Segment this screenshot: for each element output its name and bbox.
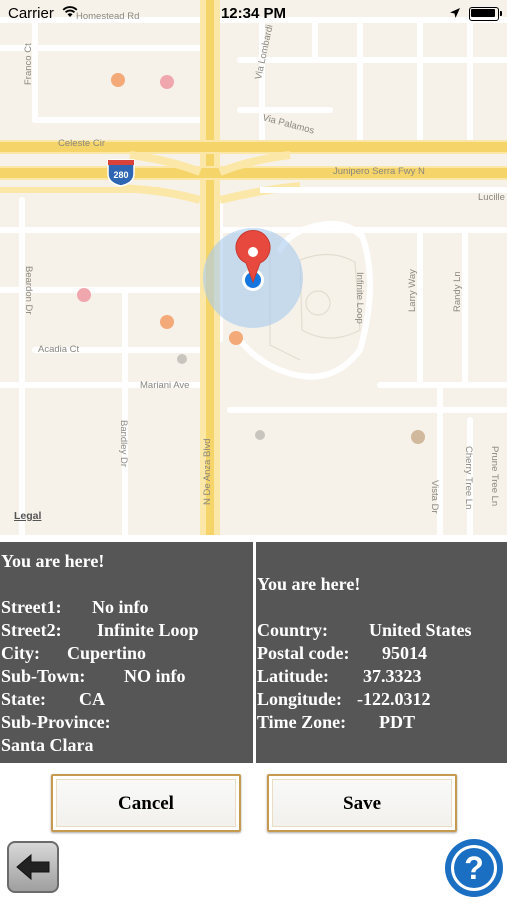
street1-label: Street1: bbox=[1, 597, 62, 617]
street-label-beardon: Beardon Dr bbox=[23, 266, 34, 315]
street-label-vista: Vista Dr bbox=[429, 480, 440, 514]
latitude-value: 37.3323 bbox=[363, 666, 422, 686]
state-label: State: bbox=[1, 689, 46, 709]
subprovince-label: Sub-Province: bbox=[1, 712, 111, 732]
subtown-value: NO info bbox=[124, 666, 186, 686]
state-value: CA bbox=[79, 689, 105, 709]
status-bar: Carrier 12:34 PM bbox=[0, 0, 507, 28]
timezone-label: Time Zone: bbox=[257, 712, 347, 732]
street2-value: Infinite Loop bbox=[97, 620, 199, 640]
svg-text:280: 280 bbox=[113, 170, 128, 180]
street1-value: No info bbox=[92, 597, 149, 617]
timezone-value: PDT bbox=[379, 712, 415, 732]
svg-text:?: ? bbox=[464, 850, 484, 886]
coordinates-panel-title: You are here! bbox=[257, 574, 361, 594]
location-arrow-icon bbox=[450, 8, 460, 18]
back-arrow-icon bbox=[16, 853, 50, 881]
cancel-button[interactable]: Cancel bbox=[51, 774, 241, 832]
postal-code-value: 95014 bbox=[382, 643, 427, 663]
street-label-via-lombardi: Via Lombardi bbox=[253, 24, 275, 81]
address-panel-title: You are here! bbox=[1, 551, 105, 571]
street-label-celeste: Celeste Cir bbox=[58, 138, 105, 149]
highway-shield-icon: 280 bbox=[107, 159, 135, 187]
street-label-cherry: Cherry Tree Ln bbox=[463, 446, 474, 509]
street-label-lucille: Lucille bbox=[478, 192, 505, 203]
address-panel: You are here! Street1: No info Street2: … bbox=[0, 542, 253, 763]
street-label-mariani: Mariani Ave bbox=[140, 380, 189, 391]
subtown-label: Sub-Town: bbox=[1, 666, 86, 686]
city-label: City: bbox=[1, 643, 40, 663]
street2-label: Street2: bbox=[1, 620, 62, 640]
country-value: United States bbox=[369, 620, 472, 640]
street-label-franco: Franco Ct bbox=[23, 43, 34, 85]
street-label-randy: Randy Ln bbox=[452, 271, 463, 312]
battery-icon bbox=[469, 7, 502, 21]
help-question-icon[interactable]: ? bbox=[444, 838, 504, 898]
longitude-label: Longitude: bbox=[257, 689, 343, 709]
street-label-de-anza: N De Anza Blvd bbox=[202, 438, 213, 505]
city-value: Cupertino bbox=[67, 643, 147, 663]
save-button[interactable]: Save bbox=[267, 774, 457, 832]
latitude-label: Latitude: bbox=[257, 666, 329, 686]
map-view[interactable]: Homestead Rd Franco Ct Via Lombardi Via … bbox=[0, 0, 507, 535]
street-label-junipero: Junipero Serra Fwy N bbox=[333, 166, 425, 177]
back-button[interactable] bbox=[7, 841, 59, 893]
street-label-via-palamos: Via Palamos bbox=[261, 112, 315, 136]
street-label-prune: Prune Tree Ln bbox=[489, 446, 500, 506]
subprovince-value: Santa Clara bbox=[1, 735, 94, 755]
street-label-infinite-loop: Infinite Loop bbox=[354, 272, 365, 324]
street-label-larry: Larry Way bbox=[407, 269, 418, 312]
street-label-acadia: Acadia Ct bbox=[38, 344, 80, 355]
map-canvas[interactable]: Homestead Rd Franco Ct Via Lombardi Via … bbox=[0, 0, 507, 535]
legal-link[interactable]: Legal bbox=[14, 510, 41, 522]
longitude-value: -122.0312 bbox=[357, 689, 431, 709]
street-label-bandley: Bandley Dr bbox=[118, 420, 129, 467]
country-label: Country: bbox=[257, 620, 328, 640]
postal-code-label: Postal code: bbox=[257, 643, 350, 663]
clock-time: 12:34 PM bbox=[220, 5, 287, 22]
coordinates-panel: You are here! Country: United States Pos… bbox=[256, 542, 507, 763]
